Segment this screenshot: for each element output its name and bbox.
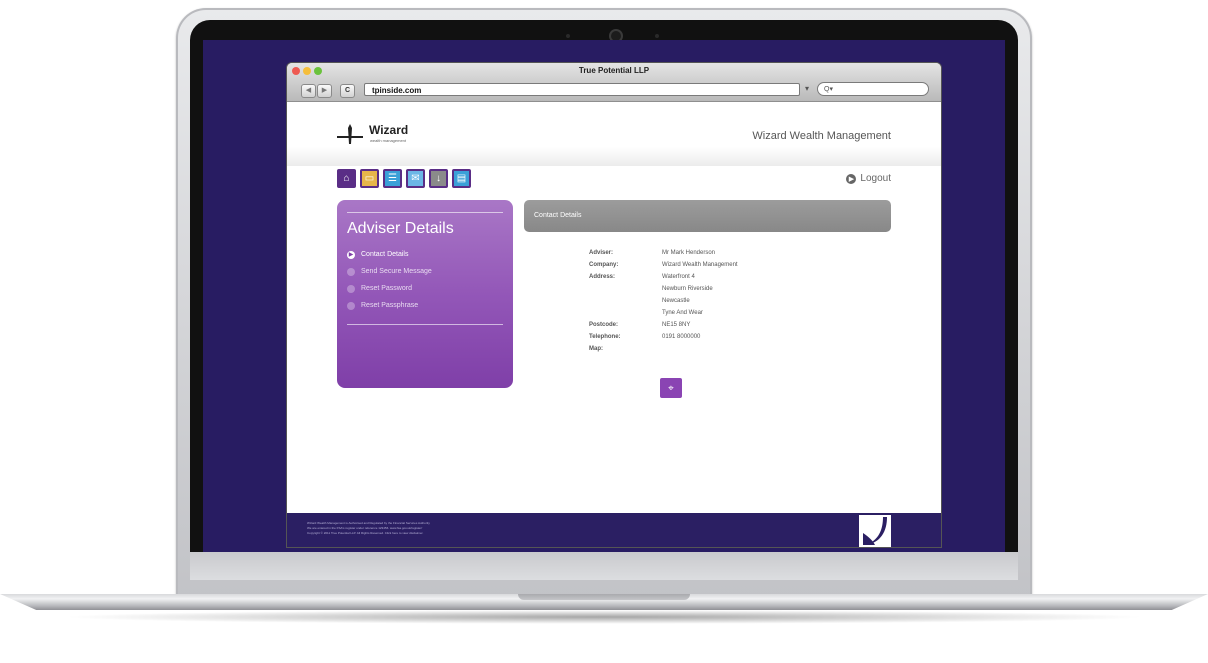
detail-value: Newburn Riverside [662, 286, 713, 292]
content-header: Contact Details [524, 200, 891, 232]
detail-value: Tyne And Wear [662, 310, 703, 316]
back-button[interactable]: ◀ [301, 84, 316, 98]
address-bar[interactable]: tpinside.com [364, 83, 800, 96]
window-title: True Potential LLP [578, 66, 650, 75]
chevron-right-icon [347, 301, 355, 310]
detail-label: Adviser: [589, 250, 614, 256]
laptop-notch [518, 594, 690, 600]
adviser-sidebar: Adviser Details ▶ Contact Details Send S… [337, 200, 513, 388]
mail-glyph: ✉ [411, 173, 420, 184]
web-page: Wizard wealth management Wizard Wealth M… [287, 102, 941, 547]
contact-card-icon[interactable]: ☰ [383, 169, 402, 188]
download-icon[interactable]: ↓ [429, 169, 448, 188]
wizard-logo-icon [337, 124, 363, 144]
browser-window: True Potential LLP ◀ ▶ C tpinside.com ▾ … [287, 63, 941, 547]
detail-label: Address: [589, 274, 616, 280]
ambient-sensor [566, 34, 570, 38]
sidebar-item-label: Contact Details [361, 251, 409, 258]
brand-title: Wizard Wealth Management [752, 130, 891, 142]
sidebar-top-divider [347, 212, 503, 213]
detail-label: Company: [589, 262, 619, 268]
true-potential-emblem-icon [859, 515, 891, 547]
logout-link[interactable]: ▶ Logout [846, 173, 891, 184]
arrow-right-icon: ▶ [846, 173, 857, 184]
laptop-shadow [60, 610, 1148, 624]
sidebar-menu: ▶ Contact Details Send Secure Message Re… [347, 246, 432, 314]
sidebar-item-label: Send Secure Message [361, 268, 432, 275]
briefcase-glyph: ▭ [364, 173, 375, 184]
contact-card-glyph: ☰ [388, 173, 397, 184]
detail-value: Newcastle [662, 298, 690, 304]
address-dropdown-icon[interactable]: ▾ [805, 84, 809, 93]
logo-wordmark: Wizard [369, 123, 409, 137]
forward-button[interactable]: ▶ [317, 84, 332, 98]
laptop-chin [190, 552, 1018, 580]
detail-value: NE15 8NY [662, 322, 691, 328]
site-footer: Wizard Wealth Management is Authorised a… [287, 513, 941, 547]
browser-titlebar: True Potential LLP ◀ ▶ C tpinside.com ▾ … [287, 63, 941, 102]
detail-label: Map: [589, 346, 603, 352]
sidebar-item-send-secure-message[interactable]: Send Secure Message [347, 263, 432, 280]
download-glyph: ↓ [436, 173, 441, 184]
footer-line: Copyright © 2011 True Potential LLP. All… [307, 531, 424, 535]
document-glyph: ▤ [456, 173, 467, 184]
logo-tagline: wealth management [370, 138, 407, 143]
chevron-right-icon [347, 267, 355, 276]
sidebar-item-reset-passphrase[interactable]: Reset Passphrase [347, 297, 432, 314]
detail-label: Postcode: [589, 322, 619, 328]
sidebar-item-label: Reset Password [361, 285, 412, 292]
detail-label: Telephone: [589, 334, 621, 340]
sidebar-item-contact-details[interactable]: ▶ Contact Details [347, 246, 432, 263]
home-glyph: ⌂ [343, 173, 350, 184]
detail-value: Mr Mark Henderson [662, 250, 716, 256]
chevron-right-icon: ▶ [347, 250, 355, 259]
chevron-right-icon [347, 284, 355, 293]
mail-icon[interactable]: ✉ [406, 169, 425, 188]
detail-value: Wizard Wealth Management [662, 262, 738, 268]
footer-line: Wizard Wealth Management is Authorised a… [307, 521, 430, 525]
sidebar-title: Adviser Details [347, 220, 454, 237]
logout-label: Logout [860, 173, 891, 184]
footer-line: We are entered in the FSA's register und… [307, 526, 423, 530]
document-icon[interactable]: ▤ [452, 169, 471, 188]
site-header: Wizard wealth management Wizard Wealth M… [287, 102, 941, 166]
sidebar-item-label: Reset Passphrase [361, 302, 419, 309]
indicator-light [655, 34, 659, 38]
reload-icon[interactable]: C [340, 84, 355, 98]
briefcase-icon[interactable]: ▭ [360, 169, 379, 188]
home-icon[interactable]: ⌂ [337, 169, 356, 188]
search-field[interactable]: Q▾ [817, 82, 929, 96]
sidebar-bottom-divider [347, 324, 503, 325]
map-icon[interactable]: ⌖ [660, 378, 682, 398]
content-header-title: Contact Details [534, 212, 582, 219]
sidebar-item-reset-password[interactable]: Reset Password [347, 280, 432, 297]
section-toolbar: ⌂ ▭ ☰ ✉ ↓ ▤ [337, 169, 471, 189]
detail-value: Waterfront 4 [662, 274, 695, 280]
detail-value: 0191 8000000 [662, 334, 701, 340]
